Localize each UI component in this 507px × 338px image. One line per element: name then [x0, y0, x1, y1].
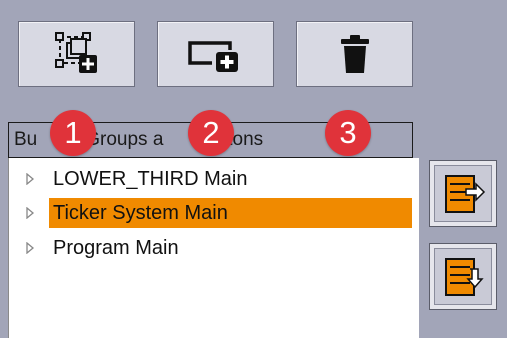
- tree-item-lower-third[interactable]: LOWER_THIRD Main: [9, 164, 419, 194]
- import-button[interactable]: [429, 243, 497, 310]
- export-list-icon: [445, 174, 486, 213]
- expand-arrow-icon[interactable]: [25, 242, 35, 254]
- tree-item-program[interactable]: Program Main: [9, 233, 419, 263]
- expand-arrow-icon[interactable]: [25, 207, 35, 219]
- delete-button[interactable]: [296, 21, 413, 87]
- trash-icon: [340, 35, 369, 73]
- tree-item-label: LOWER_THIRD Main: [53, 168, 248, 190]
- callout-badge-3: 3: [325, 110, 371, 156]
- panel-header-label: Bu: [14, 129, 38, 150]
- expand-arrow-icon[interactable]: [25, 173, 35, 185]
- new-group-icon: [54, 32, 97, 73]
- callout-badge-2: 2: [188, 110, 234, 156]
- group-tree[interactable]: LOWER_THIRD Main Ticker System Main Prog…: [8, 158, 419, 338]
- tree-item-label: Ticker System Main: [49, 198, 412, 228]
- new-button-icon: [187, 41, 238, 72]
- tree-item-label: Program Main: [53, 237, 179, 259]
- add-button-button[interactable]: [157, 21, 274, 87]
- callout-badge-1: 1: [50, 110, 96, 156]
- import-list-icon: [445, 257, 484, 296]
- add-group-button[interactable]: [18, 21, 135, 87]
- export-button[interactable]: [429, 160, 497, 227]
- tree-item-ticker-system[interactable]: Ticker System Main: [9, 198, 419, 228]
- panel-header-label-part2: Groups a: [85, 129, 164, 150]
